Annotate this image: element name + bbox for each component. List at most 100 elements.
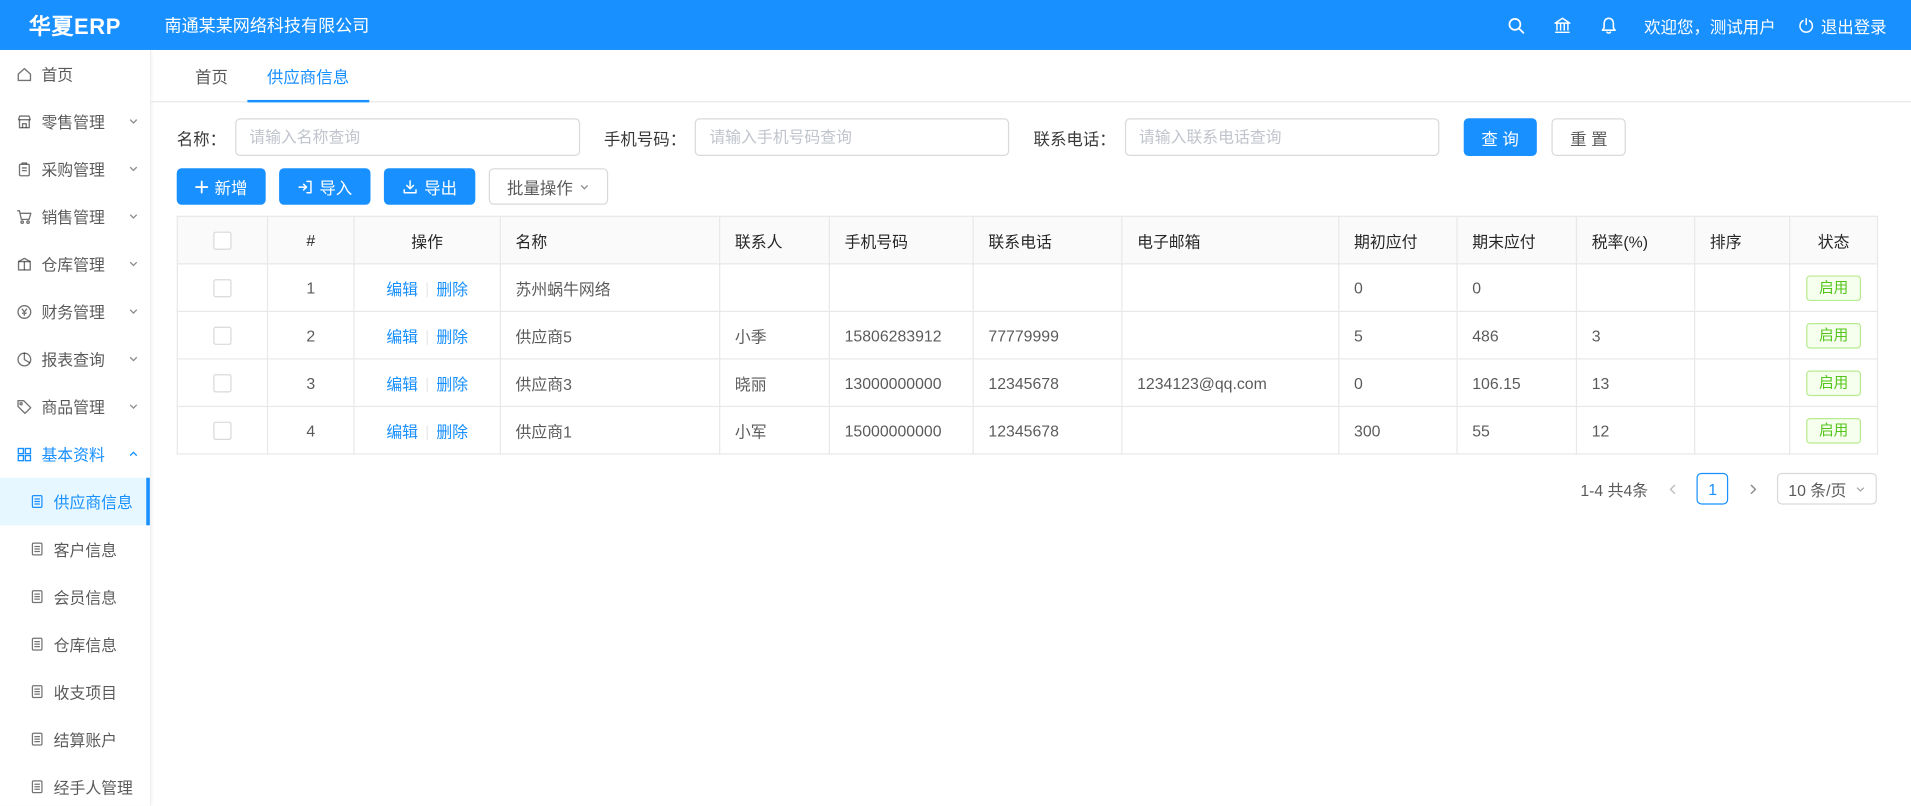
name-filter-input[interactable] (235, 118, 580, 156)
sidebar-subitem-settlement-account[interactable]: 结算账户 (0, 715, 150, 763)
document-icon (29, 779, 45, 795)
cell-index: 2 (268, 311, 355, 359)
document-icon (29, 731, 45, 747)
chevron-up-icon (128, 449, 139, 460)
warehouse-icon (16, 255, 33, 272)
sidebar-subitem-label: 经手人管理 (54, 775, 133, 798)
sidebar-item-warehouse[interactable]: 仓库管理 (0, 240, 150, 288)
sidebar-subitem-handler-management[interactable]: 经手人管理 (0, 763, 150, 806)
delete-link[interactable]: 删除 (436, 327, 468, 345)
bell-icon[interactable] (1586, 0, 1632, 50)
cell-end-need: 486 (1457, 311, 1576, 359)
sidebar-item-purchase[interactable]: 采购管理 (0, 145, 150, 193)
edit-link[interactable]: 编辑 (386, 422, 418, 440)
col-end-need: 期末应付 (1457, 216, 1576, 264)
cell-contact: 晓丽 (720, 359, 830, 407)
cell-tel: 12345678 (973, 406, 1122, 454)
cell-begin-need: 0 (1339, 264, 1457, 312)
cell-contact: 小军 (720, 406, 830, 454)
cell-email (1122, 406, 1339, 454)
export-button[interactable]: 导出 (384, 168, 475, 205)
cell-index: 1 (268, 264, 355, 312)
add-button-label: 新增 (215, 174, 248, 198)
sidebar-subitem-warehouse-info[interactable]: 仓库信息 (0, 620, 150, 668)
col-email: 电子邮箱 (1122, 216, 1339, 264)
platform-icon[interactable] (1539, 0, 1585, 50)
divider (427, 283, 428, 298)
sidebar-item-home[interactable]: 首页 (0, 50, 150, 98)
reset-button[interactable]: 重 置 (1552, 118, 1626, 156)
table-row: 2 编辑删除 供应商5 小季 15806283912 77779999 5 48… (177, 311, 1877, 359)
import-icon (297, 179, 313, 195)
sidebar-item-label: 财务管理 (41, 300, 104, 323)
sidebar-subitem-member-info[interactable]: 会员信息 (0, 573, 150, 621)
cell-sort (1695, 359, 1790, 407)
cell-tax-rate: 13 (1576, 359, 1694, 407)
sidebar-item-reports[interactable]: 报表查询 (0, 335, 150, 383)
search-button[interactable]: 查 询 (1463, 118, 1537, 156)
sidebar-item-finance[interactable]: 财务管理 (0, 288, 150, 336)
col-tel: 联系电话 (973, 216, 1122, 264)
logout-icon (1798, 16, 1815, 33)
sidebar: 首页 零售管理 采购管理 销售管理 仓库管理 财务管理 (0, 50, 151, 806)
cell-begin-need: 300 (1339, 406, 1457, 454)
document-icon (29, 494, 45, 510)
delete-link[interactable]: 删除 (436, 375, 468, 393)
tab-home[interactable]: 首页 (176, 50, 248, 102)
document-icon (29, 589, 45, 605)
top-header: 华夏ERP 南通某某网络科技有限公司 欢迎您，测试用户 退出登录 (0, 0, 1911, 50)
company-name: 南通某某网络科技有限公司 (165, 13, 370, 37)
row-checkbox[interactable] (213, 422, 231, 440)
row-checkbox[interactable] (213, 279, 231, 297)
sidebar-item-sales[interactable]: 销售管理 (0, 193, 150, 241)
sales-icon (16, 208, 33, 225)
sidebar-item-retail[interactable]: 零售管理 (0, 98, 150, 146)
sidebar-item-goods[interactable]: 商品管理 (0, 383, 150, 431)
col-sort: 排序 (1695, 216, 1790, 264)
page-content: 名称： 手机号码： 联系电话： 查 询 重 置 新增 导入 (150, 102, 1911, 504)
cell-tax-rate: 12 (1576, 406, 1694, 454)
edit-link[interactable]: 编辑 (386, 327, 418, 345)
status-badge: 启用 (1807, 370, 1861, 396)
row-checkbox[interactable] (213, 374, 231, 392)
sidebar-subitem-customer-info[interactable]: 客户信息 (0, 525, 150, 573)
batch-actions-button[interactable]: 批量操作 (489, 168, 608, 205)
col-contact: 联系人 (720, 216, 830, 264)
status-badge: 启用 (1807, 322, 1861, 348)
edit-link[interactable]: 编辑 (386, 280, 418, 298)
table-row: 4 编辑删除 供应商1 小军 15000000000 12345678 300 … (177, 406, 1877, 454)
divider (427, 378, 428, 393)
row-checkbox[interactable] (213, 327, 231, 345)
sidebar-item-label: 仓库管理 (41, 252, 104, 275)
prev-page-button[interactable] (1660, 473, 1684, 505)
sidebar-item-basic-data[interactable]: 基本资料 (0, 430, 150, 478)
purchase-icon (16, 160, 33, 177)
cell-tax-rate: 3 (1576, 311, 1694, 359)
sidebar-item-label: 销售管理 (41, 205, 104, 228)
sidebar-subitem-supplier-info[interactable]: 供应商信息 (0, 478, 150, 526)
select-all-checkbox[interactable] (213, 232, 231, 250)
delete-link[interactable]: 删除 (436, 422, 468, 440)
finance-icon (16, 303, 33, 320)
search-icon[interactable] (1493, 0, 1539, 50)
cell-contact (720, 264, 830, 312)
logout-button[interactable]: 退出登录 (1788, 13, 1896, 37)
tel-filter-input[interactable] (1124, 118, 1438, 156)
phone-filter-input[interactable] (695, 118, 1009, 156)
cell-index: 4 (268, 406, 355, 454)
cell-name: 供应商3 (500, 359, 719, 407)
tab-supplier-info[interactable]: 供应商信息 (247, 50, 368, 102)
page-number-button[interactable]: 1 (1697, 473, 1729, 505)
import-button[interactable]: 导入 (279, 168, 370, 205)
cell-tel: 77779999 (973, 311, 1122, 359)
cell-begin-need: 0 (1339, 359, 1457, 407)
cell-name: 苏州蜗牛网络 (500, 264, 719, 312)
edit-link[interactable]: 编辑 (386, 375, 418, 393)
cell-end-need: 0 (1457, 264, 1576, 312)
delete-link[interactable]: 删除 (436, 280, 468, 298)
cell-phone: 13000000000 (829, 359, 973, 407)
add-button[interactable]: 新增 (177, 168, 266, 205)
page-size-select[interactable]: 10 条/页 (1777, 473, 1877, 505)
next-page-button[interactable] (1741, 473, 1765, 505)
sidebar-subitem-income-expense[interactable]: 收支项目 (0, 668, 150, 716)
